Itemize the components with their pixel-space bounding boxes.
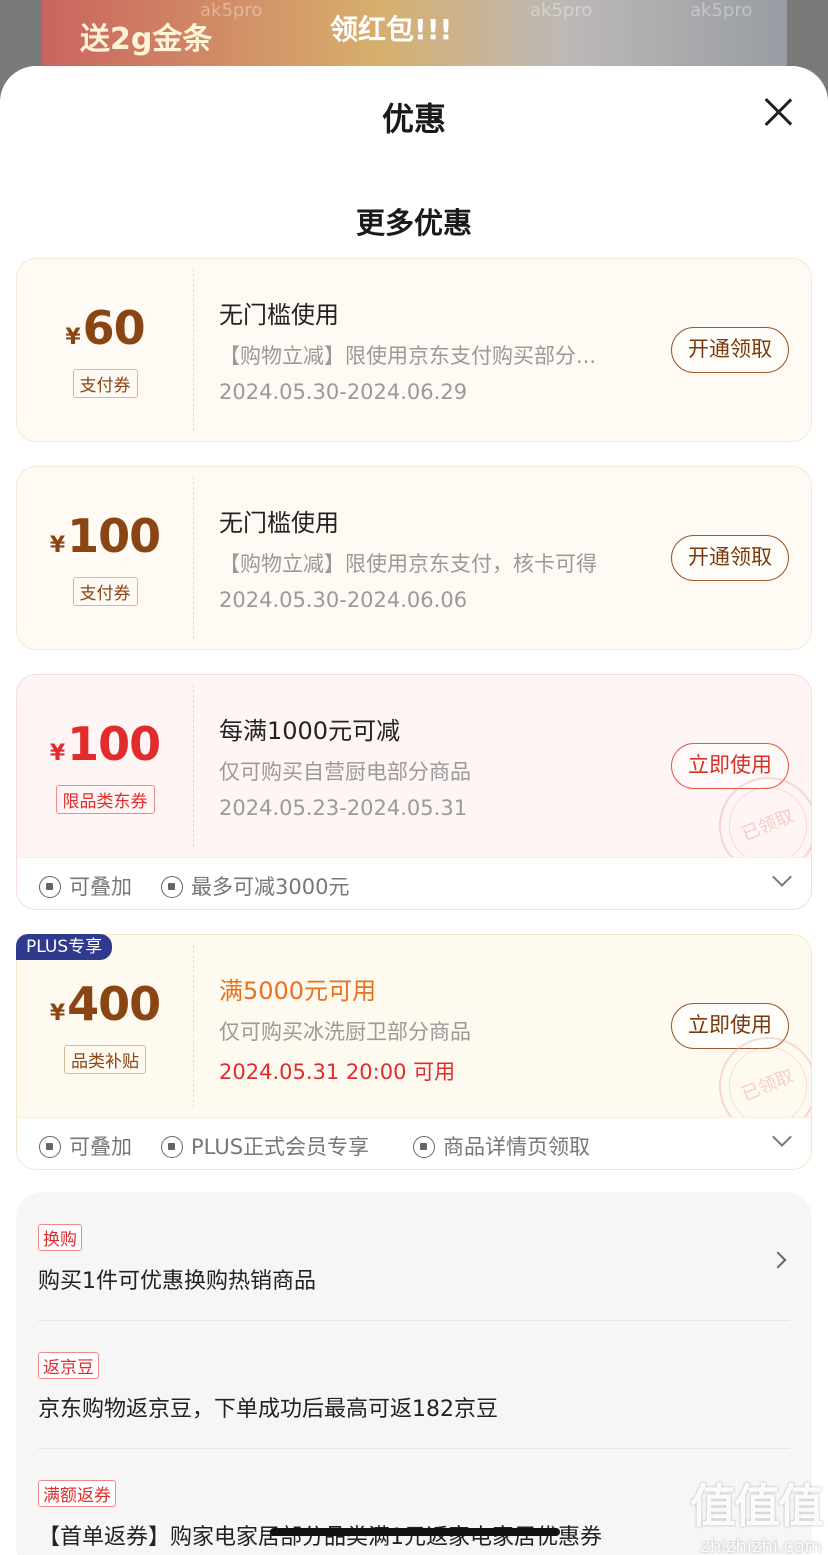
coupon-desc: 【购物立减】限使用京东支付，核卡可得 bbox=[219, 552, 597, 576]
section-title: 更多优惠 bbox=[355, 206, 472, 240]
coupon-desc: 仅可购买自营厨电部分商品 bbox=[219, 760, 471, 784]
coupon-card: ¥100 限品类东券 每满1000元可减 仅可购买自营厨电部分商品 2024.0… bbox=[16, 674, 812, 910]
plus-exclusive-badge: PLUS专享 bbox=[16, 934, 113, 960]
coupon-title: 无门槛使用 bbox=[219, 509, 339, 537]
background-promo-text-2: 领红包!!! bbox=[330, 13, 453, 46]
promotion-label: 换购 bbox=[38, 1224, 82, 1251]
stack-icon bbox=[39, 876, 61, 898]
coupon-desc: 【购物立减】限使用京东支付购买部分... bbox=[219, 344, 597, 368]
divider bbox=[38, 1320, 790, 1321]
coupon-footer[interactable]: 可叠加 最多可减3000元 bbox=[17, 857, 811, 909]
coupon-title: 每满1000元可减 bbox=[219, 717, 401, 745]
coupon-card: ¥60 支付券 无门槛使用 【购物立减】限使用京东支付购买部分... 2024.… bbox=[16, 258, 812, 442]
coupon-footer[interactable]: 可叠加 PLUS正式会员专享 商品详情页领取 bbox=[17, 1117, 811, 1169]
coupon-card: ¥400 品类补贴 满5000元可用 仅可购买冰洗厨卫部分商品 2024.05.… bbox=[16, 934, 812, 1170]
ticket-icon bbox=[413, 1136, 435, 1158]
activate-claim-button[interactable]: 开通领取 bbox=[671, 535, 789, 581]
background-watermark: ak5pro bbox=[200, 0, 263, 21]
sheet-title: 优惠 bbox=[381, 100, 446, 138]
site-watermark: 值值值 zhizhizhi.com bbox=[690, 1479, 824, 1555]
background-promo-text: 送2g金条 bbox=[80, 22, 213, 57]
stackable-info: 可叠加 bbox=[39, 871, 132, 901]
coupon-type-tag: 支付券 bbox=[17, 577, 193, 606]
coupon-amount: ¥100 bbox=[49, 717, 161, 771]
coupon-amount: ¥100 bbox=[49, 509, 161, 563]
coupon-type-tag: 支付券 bbox=[17, 369, 193, 398]
promotion-label: 返京豆 bbox=[38, 1352, 99, 1379]
chevron-down-icon[interactable] bbox=[772, 1127, 792, 1147]
coupon-amount: ¥60 bbox=[65, 301, 145, 355]
coupon-desc: 仅可购买冰洗厨卫部分商品 bbox=[219, 1020, 471, 1044]
background-watermark: ak5pro bbox=[690, 0, 753, 21]
chevron-down-icon[interactable] bbox=[772, 867, 792, 887]
coupon-period: 2024.05.31 20:00 可用 bbox=[219, 1060, 456, 1084]
promotion-label: 满额返券 bbox=[38, 1480, 116, 1507]
coupon-period: 2024.05.23-2024.05.31 bbox=[219, 796, 468, 820]
promotion-item-trade-in[interactable]: 换购 购买1件可优惠换购热销商品 bbox=[38, 1224, 790, 1295]
coupon-title: 满5000元可用 bbox=[219, 977, 377, 1005]
close-icon[interactable] bbox=[760, 94, 796, 130]
ticket-icon bbox=[161, 876, 183, 898]
coupon-card: ¥100 支付券 无门槛使用 【购物立减】限使用京东支付，核卡可得 2024.0… bbox=[16, 466, 812, 650]
stackable-info: 可叠加 bbox=[39, 1131, 132, 1161]
promotion-item-jd-beans: 返京豆 京东购物返京豆，下单成功后最高可返182京豆 bbox=[38, 1352, 790, 1423]
coupon-period: 2024.05.30-2024.06.29 bbox=[219, 380, 468, 404]
activate-claim-button[interactable]: 开通领取 bbox=[671, 327, 789, 373]
claim-location-info: 商品详情页领取 bbox=[413, 1131, 590, 1161]
promotion-text: 京东购物返京豆，下单成功后最高可返182京豆 bbox=[38, 1397, 498, 1422]
home-indicator[interactable] bbox=[270, 1528, 560, 1536]
coupon-type-tag: 品类补贴 bbox=[17, 1045, 193, 1074]
stack-icon bbox=[39, 1136, 61, 1158]
discount-bottom-sheet: 优惠 更多优惠 ¥60 支付券 无门槛使用 【购物立减】限使用京东支付购买部分.… bbox=[0, 66, 828, 1555]
coupon-title: 无门槛使用 bbox=[219, 301, 339, 329]
crown-icon bbox=[161, 1136, 183, 1158]
coupon-amount: ¥400 bbox=[49, 977, 161, 1031]
plus-member-info: PLUS正式会员专享 bbox=[161, 1131, 369, 1161]
max-discount-info: 最多可减3000元 bbox=[161, 871, 349, 901]
coupon-period: 2024.05.30-2024.06.06 bbox=[219, 588, 468, 612]
coupon-type-tag: 限品类东券 bbox=[17, 785, 193, 814]
promotion-text: 购买1件可优惠换购热销商品 bbox=[38, 1269, 316, 1294]
background-watermark: ak5pro bbox=[530, 0, 593, 21]
divider bbox=[38, 1448, 790, 1449]
promotion-item-coupon-return[interactable]: 满额返券 【首单返券】购家电家居部分品类满1元返家电家居优惠券 bbox=[38, 1480, 790, 1551]
